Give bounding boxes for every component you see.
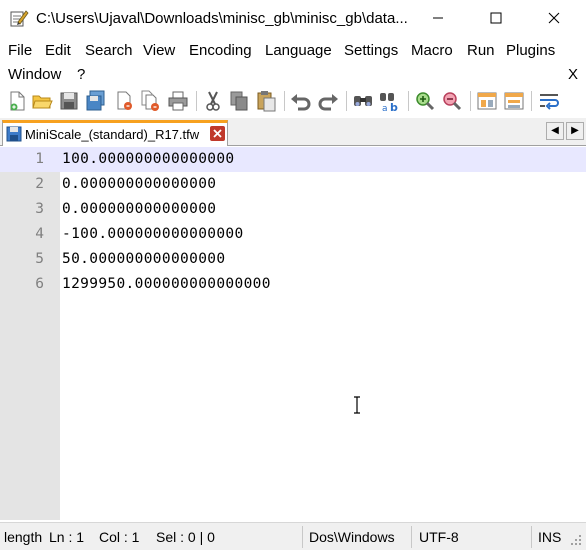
undo-icon[interactable] [290,90,312,112]
sync-horizontal-icon[interactable] [503,90,525,112]
status-selection: Sel : 0 | 0 [156,529,215,545]
close-window-button[interactable] [531,0,577,36]
line-number: 6 [35,276,44,292]
paste-icon[interactable] [255,90,277,112]
replace-icon[interactable]: ba [379,90,401,112]
zoom-out-icon[interactable] [441,90,463,112]
line-text[interactable]: 50.000000000000000 [62,251,225,267]
line-text[interactable]: 0.000000000000000 [62,176,216,192]
close-icon [548,12,560,24]
close-file-icon[interactable] [114,90,136,112]
editor-line[interactable]: 2 0.000000000000000 [0,172,586,197]
cut-icon[interactable] [202,90,224,112]
window-title: C:\Users\Ujaval\Downloads\minisc_gb\mini… [36,10,408,27]
redo-icon[interactable] [317,90,339,112]
line-number: 2 [35,176,44,192]
menu-search[interactable]: Search [85,42,133,59]
zoom-in-icon[interactable] [414,90,436,112]
editor-line[interactable]: 6 1299950.000000000000000 [0,272,586,297]
toolbar-separator [408,91,409,111]
menu-language[interactable]: Language [265,42,332,59]
status-line: Ln : 1 [49,529,85,545]
copy-icon[interactable] [228,90,250,112]
menu-encoding[interactable]: Encoding [189,42,252,59]
status-separator [302,526,303,548]
menu-view[interactable]: View [143,42,175,59]
tab-label: MiniScale_(standard)_R17.tfw [25,127,200,142]
menu-edit[interactable]: Edit [45,42,71,59]
open-file-icon[interactable] [31,90,53,112]
notepad-app-icon[interactable] [9,8,29,28]
word-wrap-icon[interactable] [538,90,560,112]
editor-line[interactable]: 1 100.000000000000000 [0,147,586,172]
minimize-button[interactable] [415,0,461,36]
line-text[interactable]: 100.000000000000000 [62,151,235,167]
line-text[interactable]: 0.000000000000000 [62,201,216,217]
menu-file[interactable]: File [8,42,32,59]
sync-vertical-icon[interactable] [476,90,498,112]
resize-grip-icon[interactable] [569,533,583,547]
editor-line[interactable]: 4 -100.000000000000000 [0,222,586,247]
save-all-icon[interactable] [85,90,107,112]
svg-text:a: a [382,104,388,112]
maximize-button[interactable] [473,0,519,36]
status-bar: length Ln : 1 Col : 1 Sel : 0 | 0 Dos\Wi… [0,522,586,550]
close-all-icon[interactable] [140,90,162,112]
line-text[interactable]: 1299950.000000000000000 [62,276,271,292]
text-cursor-icon [354,396,360,414]
line-number: 5 [35,251,44,267]
status-column: Col : 1 [99,529,140,545]
line-number: 4 [35,226,44,242]
menu-bar: File Edit Search View Encoding Language … [0,38,586,86]
menu-window[interactable]: Window [8,66,61,83]
line-text[interactable]: -100.000000000000000 [62,226,244,242]
saved-file-icon [6,126,22,142]
maximize-icon [490,12,502,24]
tab-scroll-left-button[interactable]: ◀ [546,122,564,140]
print-icon[interactable] [167,90,189,112]
toolbar-separator [284,91,285,111]
toolbar-separator [346,91,347,111]
status-separator [411,526,412,548]
menu-settings[interactable]: Settings [344,42,398,59]
save-icon[interactable] [58,90,80,112]
svg-text:b: b [390,101,398,112]
document-tab[interactable]: MiniScale_(standard)_R17.tfw [2,120,228,146]
line-number: 3 [35,201,44,217]
status-length: length [4,529,43,545]
toolbar: ba [0,86,586,116]
toolbar-separator [470,91,471,111]
minimize-icon [433,17,443,19]
menu-run[interactable]: Run [467,42,495,59]
toolbar-separator [196,91,197,111]
editor-area[interactable]: 1 100.000000000000000 2 0.00000000000000… [0,147,586,520]
tab-close-icon[interactable] [210,126,225,141]
status-separator [531,526,532,548]
find-icon[interactable] [352,90,374,112]
tab-scroll-right-button[interactable]: ▶ [566,122,584,140]
close-document-button[interactable]: X [568,66,578,83]
toolbar-separator [531,91,532,111]
menu-macro[interactable]: Macro [411,42,453,59]
editor-line[interactable]: 5 50.000000000000000 [0,247,586,272]
tab-bar: MiniScale_(standard)_R17.tfw ◀ ▶ [0,118,586,146]
title-bar: C:\Users\Ujaval\Downloads\minisc_gb\mini… [0,0,586,38]
new-file-icon[interactable] [6,90,28,112]
menu-help[interactable]: ? [77,66,85,83]
status-insert-mode[interactable]: INS [538,529,561,545]
line-number: 1 [35,151,44,167]
editor-line[interactable]: 3 0.000000000000000 [0,197,586,222]
menu-plugins[interactable]: Plugins [506,42,555,59]
status-encoding[interactable]: UTF-8 [419,529,459,545]
status-eol[interactable]: Dos\Windows [309,529,395,545]
